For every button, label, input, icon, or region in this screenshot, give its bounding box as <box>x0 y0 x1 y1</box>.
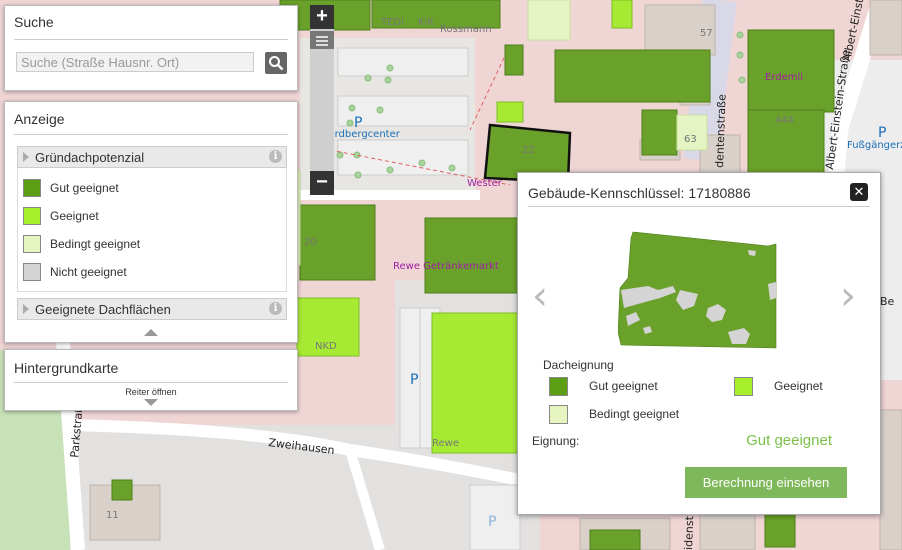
poi-label: KiK <box>418 17 434 28</box>
suitability-label: Eignung: <box>532 434 580 448</box>
street-label: idenst <box>682 515 696 550</box>
info-icon[interactable]: i <box>269 302 282 315</box>
legend-label: Nicht geeignet <box>50 265 127 279</box>
poi-label: Erdemli <box>765 72 803 83</box>
display-panel-title: Anzeige <box>14 111 65 127</box>
parking-icon: P <box>410 372 418 388</box>
legend-swatch <box>734 377 753 396</box>
expand-down-icon[interactable] <box>144 399 158 406</box>
house-number: 57 <box>700 28 713 39</box>
house-number: 22 <box>522 145 535 156</box>
zoom-slider-handle[interactable] <box>310 31 334 49</box>
layer-suitable-roofs[interactable]: Geeignete Dachflächen i <box>17 298 287 320</box>
house-number: 20 <box>304 237 317 248</box>
house-number: 444 <box>775 115 794 126</box>
legend-swatch <box>23 263 41 281</box>
parking-icon: P <box>878 125 886 141</box>
next-arrow-icon[interactable]: › <box>840 273 856 319</box>
divider <box>14 134 288 135</box>
legend-swatch <box>549 405 568 424</box>
house-number: 63 <box>684 134 697 145</box>
open-tab-link[interactable]: Reiter öffnen <box>5 387 297 397</box>
display-panel: Anzeige Gründachpotenzial i Gut geeignet… <box>4 101 298 343</box>
search-panel: Suche <box>4 5 298 91</box>
house-number: Be <box>880 295 895 308</box>
poi-label: TEDi <box>380 17 404 28</box>
collapse-up-icon[interactable] <box>144 329 158 336</box>
layer-label: Gründachpotenzial <box>35 150 145 165</box>
legend-label: Geeignet <box>774 379 823 393</box>
search-input[interactable] <box>16 52 254 72</box>
expand-arrow-icon <box>23 152 29 162</box>
legend-swatch <box>23 179 41 197</box>
layer-green-roof-potential[interactable]: Gründachpotenzial i <box>17 146 287 168</box>
poi-label: Rewe <box>432 438 459 449</box>
suitability-title: Dacheignung <box>543 358 614 372</box>
view-calculation-button[interactable]: Berechnung einsehen <box>685 467 847 498</box>
suitability-value: Gut geeignet <box>746 432 832 449</box>
parking-icon: P <box>354 115 362 131</box>
popup-title: Gebäude-Kennschlüssel: 17180886 <box>528 185 751 201</box>
zoom-out-button[interactable]: − <box>310 171 334 195</box>
divider <box>528 206 870 207</box>
poi-label: Fußgängerz <box>847 140 902 151</box>
legend-label: Gut geeignet <box>50 181 119 195</box>
legend-swatch <box>23 235 41 253</box>
search-button[interactable] <box>265 52 287 74</box>
building-info-popup: Gebäude-Kennschlüssel: 17180886 ✕ ‹ › Da… <box>517 172 881 515</box>
layer-label: Geeignete Dachflächen <box>35 302 171 317</box>
poi-label: NKD <box>315 341 337 352</box>
poi-label: Wester <box>467 178 503 189</box>
legend-label: Bedingt geeignet <box>589 407 680 421</box>
legend-swatch <box>23 207 41 225</box>
divider <box>14 382 288 383</box>
street-label: dentenstraße <box>713 94 729 168</box>
poi-label: Rewe Getränkemarkt <box>393 261 499 272</box>
legend-label: Gut geeignet <box>589 379 658 393</box>
search-icon <box>269 56 284 71</box>
divider <box>14 39 288 40</box>
zoom-control: + − <box>310 5 334 195</box>
poi-label: Rossmann <box>440 24 492 35</box>
info-icon[interactable]: i <box>269 150 282 163</box>
previous-arrow-icon[interactable]: ‹ <box>532 273 548 319</box>
search-panel-title: Suche <box>14 14 54 30</box>
roof-image <box>618 231 777 349</box>
parking-icon: P <box>488 514 496 530</box>
legend-label: Bedingt geeignet <box>50 237 141 251</box>
close-button[interactable]: ✕ <box>850 183 868 201</box>
expand-arrow-icon <box>23 304 29 314</box>
background-panel-title: Hintergrundkarte <box>14 360 119 376</box>
house-number: 11 <box>106 510 119 521</box>
legend-label: Geeignet <box>50 209 99 223</box>
legend-swatch <box>549 377 568 396</box>
background-map-panel: Hintergrundkarte Reiter öffnen <box>4 349 298 411</box>
zoom-in-button[interactable]: + <box>310 5 334 29</box>
